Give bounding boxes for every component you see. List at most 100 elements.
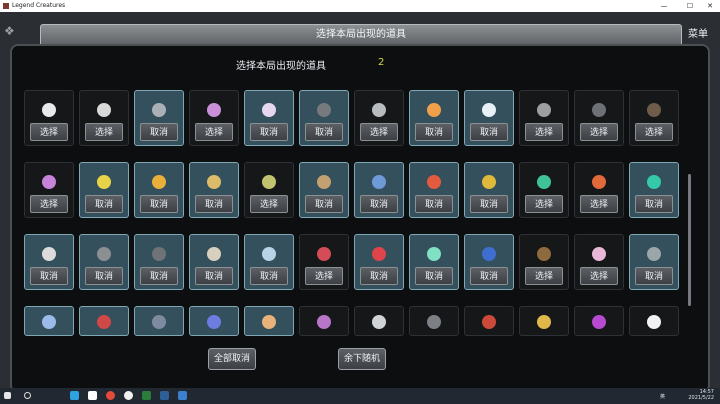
select-button[interactable]: 选择 [580,123,618,141]
app-icon-3[interactable] [124,391,133,400]
cancel-button[interactable]: 取消 [195,195,233,213]
cancel-button[interactable]: 取消 [195,267,233,285]
input-language[interactable]: 英 [660,393,665,400]
item-cell[interactable] [519,306,569,336]
item-cell[interactable]: 取消 [79,162,129,218]
item-cell[interactable]: 选择 [519,90,569,146]
cancel-button[interactable]: 取消 [415,195,453,213]
item-cell[interactable]: 选择 [299,234,349,290]
item-cell[interactable]: 选择 [574,90,624,146]
item-cell[interactable]: 取消 [134,90,184,146]
cancel-button[interactable]: 取消 [305,195,343,213]
select-button[interactable]: 选择 [30,195,68,213]
item-cell[interactable]: 取消 [629,162,679,218]
select-button[interactable]: 选择 [305,267,343,285]
item-cell[interactable]: 取消 [409,162,459,218]
item-cell[interactable]: 取消 [24,234,74,290]
scrollbar[interactable] [688,174,691,306]
item-cell[interactable]: 取消 [299,162,349,218]
item-cell[interactable]: 选择 [24,90,74,146]
item-cell[interactable] [574,306,624,336]
close-button[interactable]: ✕ [699,0,720,12]
cancel-button[interactable]: 取消 [415,267,453,285]
item-cell[interactable]: 选择 [629,90,679,146]
item-cell[interactable]: 选择 [244,162,294,218]
select-button[interactable]: 选择 [250,195,288,213]
item-cell[interactable] [244,306,294,336]
select-button[interactable]: 选择 [580,267,618,285]
item-cell[interactable]: 取消 [134,234,184,290]
item-cell[interactable]: 选择 [79,90,129,146]
cancel-button[interactable]: 取消 [140,123,178,141]
item-cell[interactable]: 选择 [519,234,569,290]
item-cell[interactable] [79,306,129,336]
item-cell[interactable]: 取消 [464,162,514,218]
item-cell[interactable]: 取消 [354,234,404,290]
item-cell[interactable] [409,306,459,336]
item-cell[interactable]: 取消 [189,162,239,218]
select-button[interactable]: 选择 [635,123,673,141]
item-cell[interactable]: 选择 [574,162,624,218]
select-button[interactable]: 选择 [525,123,563,141]
search-icon[interactable] [24,392,31,399]
cancel-button[interactable]: 取消 [360,267,398,285]
select-button[interactable]: 选择 [85,123,123,141]
cancel-button[interactable]: 取消 [360,195,398,213]
cancel-button[interactable]: 取消 [250,123,288,141]
maximize-button[interactable]: ☐ [679,0,701,12]
item-cell[interactable] [464,306,514,336]
steam-icon[interactable] [160,391,169,400]
cancel-button[interactable]: 取消 [470,195,508,213]
item-cell[interactable]: 取消 [354,162,404,218]
item-cell[interactable] [134,306,184,336]
select-button[interactable]: 选择 [580,195,618,213]
cancel-button[interactable]: 取消 [85,195,123,213]
item-cell[interactable]: 取消 [409,90,459,146]
item-cell[interactable] [299,306,349,336]
item-cell[interactable]: 取消 [244,90,294,146]
item-cell[interactable]: 取消 [79,234,129,290]
start-icon[interactable] [4,392,11,399]
item-cell[interactable]: 取消 [629,234,679,290]
deselect-all-button[interactable]: 全部取消 [208,348,256,370]
item-cell[interactable]: 取消 [409,234,459,290]
select-button[interactable]: 选择 [30,123,68,141]
cancel-button[interactable]: 取消 [305,123,343,141]
cancel-button[interactable]: 取消 [470,123,508,141]
item-cell[interactable]: 取消 [464,90,514,146]
cancel-button[interactable]: 取消 [250,267,288,285]
app-icon-2[interactable] [88,391,97,400]
cancel-button[interactable]: 取消 [415,123,453,141]
cancel-button[interactable]: 取消 [635,267,673,285]
cancel-button[interactable]: 取消 [635,195,673,213]
item-cell[interactable]: 选择 [354,90,404,146]
item-cell[interactable]: 选择 [519,162,569,218]
item-cell[interactable] [189,306,239,336]
minimize-button[interactable]: — [653,0,675,12]
item-cell[interactable]: 取消 [134,162,184,218]
item-cell[interactable]: 选择 [24,162,74,218]
edge-icon[interactable] [70,391,79,400]
app-icon-4[interactable] [142,391,151,400]
select-button[interactable]: 选择 [525,267,563,285]
item-cell[interactable]: 取消 [189,234,239,290]
select-button[interactable]: 选择 [525,195,563,213]
rest-random-button[interactable]: 余下随机 [338,348,386,370]
item-cell[interactable]: 取消 [464,234,514,290]
item-cell[interactable] [354,306,404,336]
item-cell[interactable]: 选择 [574,234,624,290]
chrome-icon[interactable] [106,391,115,400]
cancel-button[interactable]: 取消 [470,267,508,285]
cancel-button[interactable]: 取消 [140,195,178,213]
item-cell[interactable] [24,306,74,336]
cancel-button[interactable]: 取消 [140,267,178,285]
item-cell[interactable]: 取消 [299,90,349,146]
select-button[interactable]: 选择 [360,123,398,141]
cancel-button[interactable]: 取消 [85,267,123,285]
item-cell[interactable]: 取消 [244,234,294,290]
game-taskbar-icon[interactable] [178,391,187,400]
item-cell[interactable] [629,306,679,336]
select-button[interactable]: 选择 [195,123,233,141]
cancel-button[interactable]: 取消 [30,267,68,285]
menu-button[interactable]: 菜单 [684,26,712,44]
